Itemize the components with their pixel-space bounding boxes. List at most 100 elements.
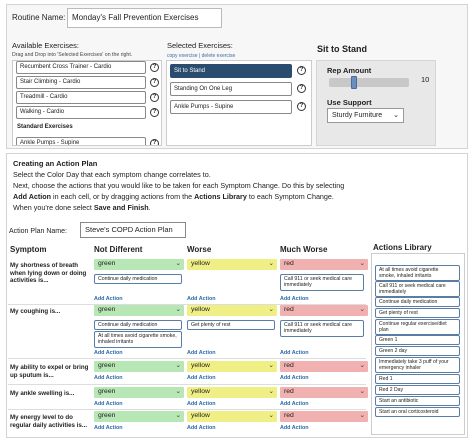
- action-card[interactable]: At all times avoid cigarette smoke, inha…: [94, 331, 182, 348]
- action-card[interactable]: Continue daily medication: [94, 320, 182, 331]
- chevron-down-icon: ⌄: [175, 388, 181, 395]
- symptom-label: My ability to expel or bring up sputum i…: [10, 364, 89, 379]
- column-header-not-different: Not Different: [94, 245, 143, 254]
- action-plan-title: Creating an Action Plan: [13, 159, 98, 168]
- add-action-link[interactable]: Add Action: [94, 296, 123, 302]
- add-action-link[interactable]: Add Action: [280, 350, 309, 356]
- add-action-link[interactable]: Add Action: [94, 350, 123, 356]
- action-card[interactable]: Call 911 or seek medical care immediatel…: [280, 274, 364, 291]
- exercise-item[interactable]: Stair Climbing - Cardio: [16, 76, 146, 89]
- row-divider: [8, 358, 366, 359]
- much-worse-select[interactable]: red ⌄: [280, 361, 368, 372]
- add-action-link[interactable]: Add Action: [94, 375, 123, 381]
- library-action[interactable]: Start an oral corticosteroid: [375, 407, 460, 418]
- selected-exercise-item[interactable]: Standing On One Leg: [170, 82, 292, 96]
- info-icon[interactable]: ?: [297, 66, 306, 75]
- add-action-link[interactable]: Add Action: [94, 425, 123, 431]
- routine-name-input[interactable]: Monday's Fall Prevention Exercises: [67, 8, 222, 28]
- much-worse-select[interactable]: red ⌄: [280, 387, 368, 398]
- action-plan-name-input[interactable]: Steve's COPD Action Plan: [80, 222, 186, 238]
- worse-select[interactable]: yellow ⌄: [187, 387, 277, 398]
- add-action-link[interactable]: Add Action: [280, 425, 309, 431]
- use-support-select[interactable]: Sturdy Furniture ⌄: [327, 108, 404, 123]
- actions-library-list[interactable]: At all times avoid cigarette smoke, inha…: [371, 253, 465, 435]
- not-different-select[interactable]: green ⌄: [94, 259, 184, 270]
- copy-delete-links[interactable]: copy exercise | delete exercise: [167, 53, 235, 59]
- not-different-select[interactable]: green ⌄: [94, 387, 184, 398]
- symptom-label: My ankle swelling is...: [10, 390, 75, 397]
- chevron-down-icon: ⌄: [359, 412, 365, 419]
- much-worse-select[interactable]: red ⌄: [280, 411, 368, 422]
- not-different-select[interactable]: green ⌄: [94, 305, 184, 316]
- available-exercises-list[interactable]: Recumbent Cross Trainer - Cardio ? Stair…: [12, 60, 162, 146]
- exercise-detail-title: Sit to Stand: [317, 44, 367, 54]
- chevron-down-icon: ⌄: [268, 388, 274, 395]
- add-action-link[interactable]: Add Action: [280, 375, 309, 381]
- add-action-emphasis: Add Action: [13, 192, 52, 201]
- chevron-down-icon: ⌄: [175, 260, 181, 267]
- chevron-down-icon: ⌄: [359, 260, 365, 267]
- chevron-down-icon: ⌄: [268, 306, 274, 313]
- library-action[interactable]: Red 2 Day: [375, 385, 460, 396]
- column-header-much-worse: Much Worse: [280, 245, 328, 254]
- library-action[interactable]: Call 911 or seek medical care immediatel…: [375, 281, 460, 298]
- add-action-link[interactable]: Add Action: [280, 296, 309, 302]
- select-value: red: [284, 260, 294, 267]
- action-card[interactable]: Continue daily medication: [94, 274, 182, 285]
- row-divider: [8, 409, 366, 410]
- exercise-item[interactable]: Walking - Cardio: [16, 106, 146, 119]
- library-action[interactable]: Green 2 day: [375, 346, 460, 357]
- exercise-item[interactable]: Ankle Pumps - Supine: [16, 137, 146, 145]
- column-header-worse: Worse: [187, 245, 212, 254]
- action-card[interactable]: Get plenty of rest: [187, 320, 275, 331]
- select-value: yellow: [191, 388, 210, 395]
- rep-amount-slider-thumb[interactable]: [351, 76, 358, 89]
- column-header-symptom: Symptom: [10, 245, 47, 254]
- selected-exercise-item[interactable]: Sit to Stand: [170, 64, 292, 78]
- worse-select[interactable]: yellow ⌄: [187, 411, 277, 422]
- add-action-link[interactable]: Add Action: [187, 401, 216, 407]
- use-support-label: Use Support: [327, 98, 372, 107]
- library-action[interactable]: Red 1: [375, 374, 460, 385]
- select-value: yellow: [191, 306, 210, 313]
- rep-amount-value: 10: [421, 75, 430, 84]
- library-action[interactable]: At all times avoid cigarette smoke, inha…: [375, 265, 460, 282]
- worse-select[interactable]: yellow ⌄: [187, 361, 277, 372]
- info-icon[interactable]: ?: [297, 102, 306, 111]
- much-worse-select[interactable]: red ⌄: [280, 305, 368, 316]
- instruction-line-4: When you're done select Save and Finish.: [13, 203, 151, 212]
- info-icon[interactable]: ?: [150, 78, 159, 87]
- info-icon[interactable]: ?: [150, 93, 159, 102]
- info-icon[interactable]: ?: [150, 63, 159, 72]
- add-action-link[interactable]: Add Action: [187, 296, 216, 302]
- library-action[interactable]: Get plenty of rest: [375, 308, 460, 319]
- add-action-link[interactable]: Add Action: [94, 401, 123, 407]
- not-different-select[interactable]: green ⌄: [94, 411, 184, 422]
- add-action-link[interactable]: Add Action: [187, 350, 216, 356]
- action-card[interactable]: Call 911 or seek medical care immediatel…: [280, 320, 364, 337]
- select-value: green: [98, 260, 116, 267]
- add-action-link[interactable]: Add Action: [280, 401, 309, 407]
- add-action-link[interactable]: Add Action: [187, 375, 216, 381]
- library-action[interactable]: Continue regular exercise/diet plan: [375, 319, 460, 336]
- available-exercises-title: Available Exercises:: [12, 41, 79, 50]
- selected-exercise-item[interactable]: Ankle Pumps - Supine: [170, 100, 292, 114]
- info-icon[interactable]: ?: [150, 139, 159, 145]
- instruction-line-2: Next, choose the actions that you would …: [13, 181, 345, 190]
- selected-exercises-list[interactable]: Sit to Stand ? Standing On One Leg ? Ank…: [166, 60, 312, 146]
- library-action[interactable]: Start an antibiotic: [375, 396, 460, 407]
- info-icon[interactable]: ?: [297, 84, 306, 93]
- worse-select[interactable]: yellow ⌄: [187, 259, 277, 270]
- rep-amount-slider[interactable]: [329, 78, 409, 87]
- info-icon[interactable]: ?: [150, 108, 159, 117]
- library-action[interactable]: Continue daily medication: [375, 297, 460, 308]
- exercise-item[interactable]: Treadmill - Cardio: [16, 91, 146, 104]
- worse-select[interactable]: yellow ⌄: [187, 305, 277, 316]
- much-worse-select[interactable]: red ⌄: [280, 259, 368, 270]
- add-action-link[interactable]: Add Action: [187, 425, 216, 431]
- exercise-item[interactable]: Recumbent Cross Trainer - Cardio: [16, 61, 146, 74]
- library-action[interactable]: Green 1: [375, 335, 460, 346]
- not-different-select[interactable]: green ⌄: [94, 361, 184, 372]
- chevron-down-icon: ⌄: [268, 362, 274, 369]
- library-action[interactable]: Immediately take 3 puff of your emergenc…: [375, 357, 460, 374]
